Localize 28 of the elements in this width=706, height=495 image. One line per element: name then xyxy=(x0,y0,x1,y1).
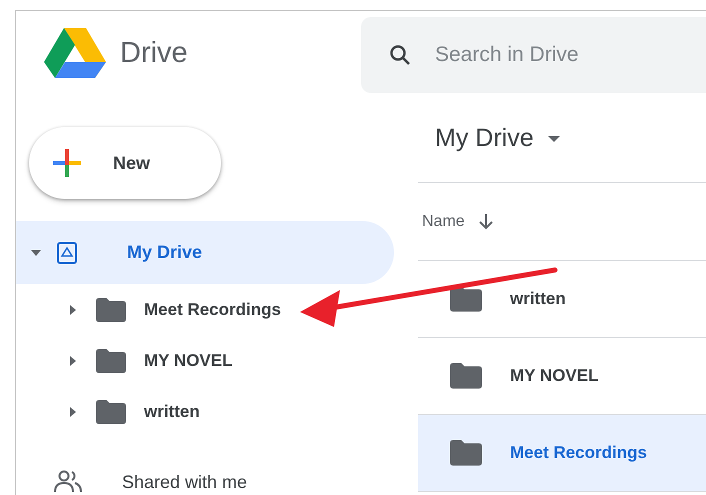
dropdown-icon[interactable] xyxy=(548,134,560,142)
drive-icon xyxy=(57,242,77,264)
caret-icon[interactable] xyxy=(31,248,41,258)
folder-icon xyxy=(450,363,482,389)
caret-icon[interactable] xyxy=(68,304,78,314)
folder-icon xyxy=(96,298,126,322)
sidebar-item[interactable]: My Drive xyxy=(16,221,394,284)
new-button[interactable]: New xyxy=(29,127,221,199)
folder-icon xyxy=(96,348,126,372)
caret-icon[interactable] xyxy=(68,356,78,366)
search-field[interactable]: Search in Drive xyxy=(361,17,706,93)
app-name: Drive xyxy=(120,36,188,70)
folder-tree-item[interactable]: MY NOVEL xyxy=(16,335,418,386)
file-row[interactable]: Meet Recordings xyxy=(418,415,706,492)
folder-icon xyxy=(450,440,482,466)
drive-logo-icon xyxy=(44,28,106,78)
folder-icon xyxy=(96,400,126,424)
folder-tree-item[interactable]: written xyxy=(16,386,418,437)
column-header[interactable]: Name xyxy=(422,212,465,230)
people-icon xyxy=(54,470,82,494)
plus-icon xyxy=(53,149,81,177)
folder-tree-item[interactable]: Meet Recordings xyxy=(16,284,418,335)
page-title[interactable]: My Drive xyxy=(435,124,534,153)
caret-icon[interactable] xyxy=(68,406,78,416)
sort-arrow-icon[interactable] xyxy=(478,214,493,230)
sidebar-item[interactable]: Shared with me xyxy=(16,457,394,495)
file-row[interactable]: written xyxy=(418,261,706,338)
folder-icon xyxy=(450,286,482,312)
